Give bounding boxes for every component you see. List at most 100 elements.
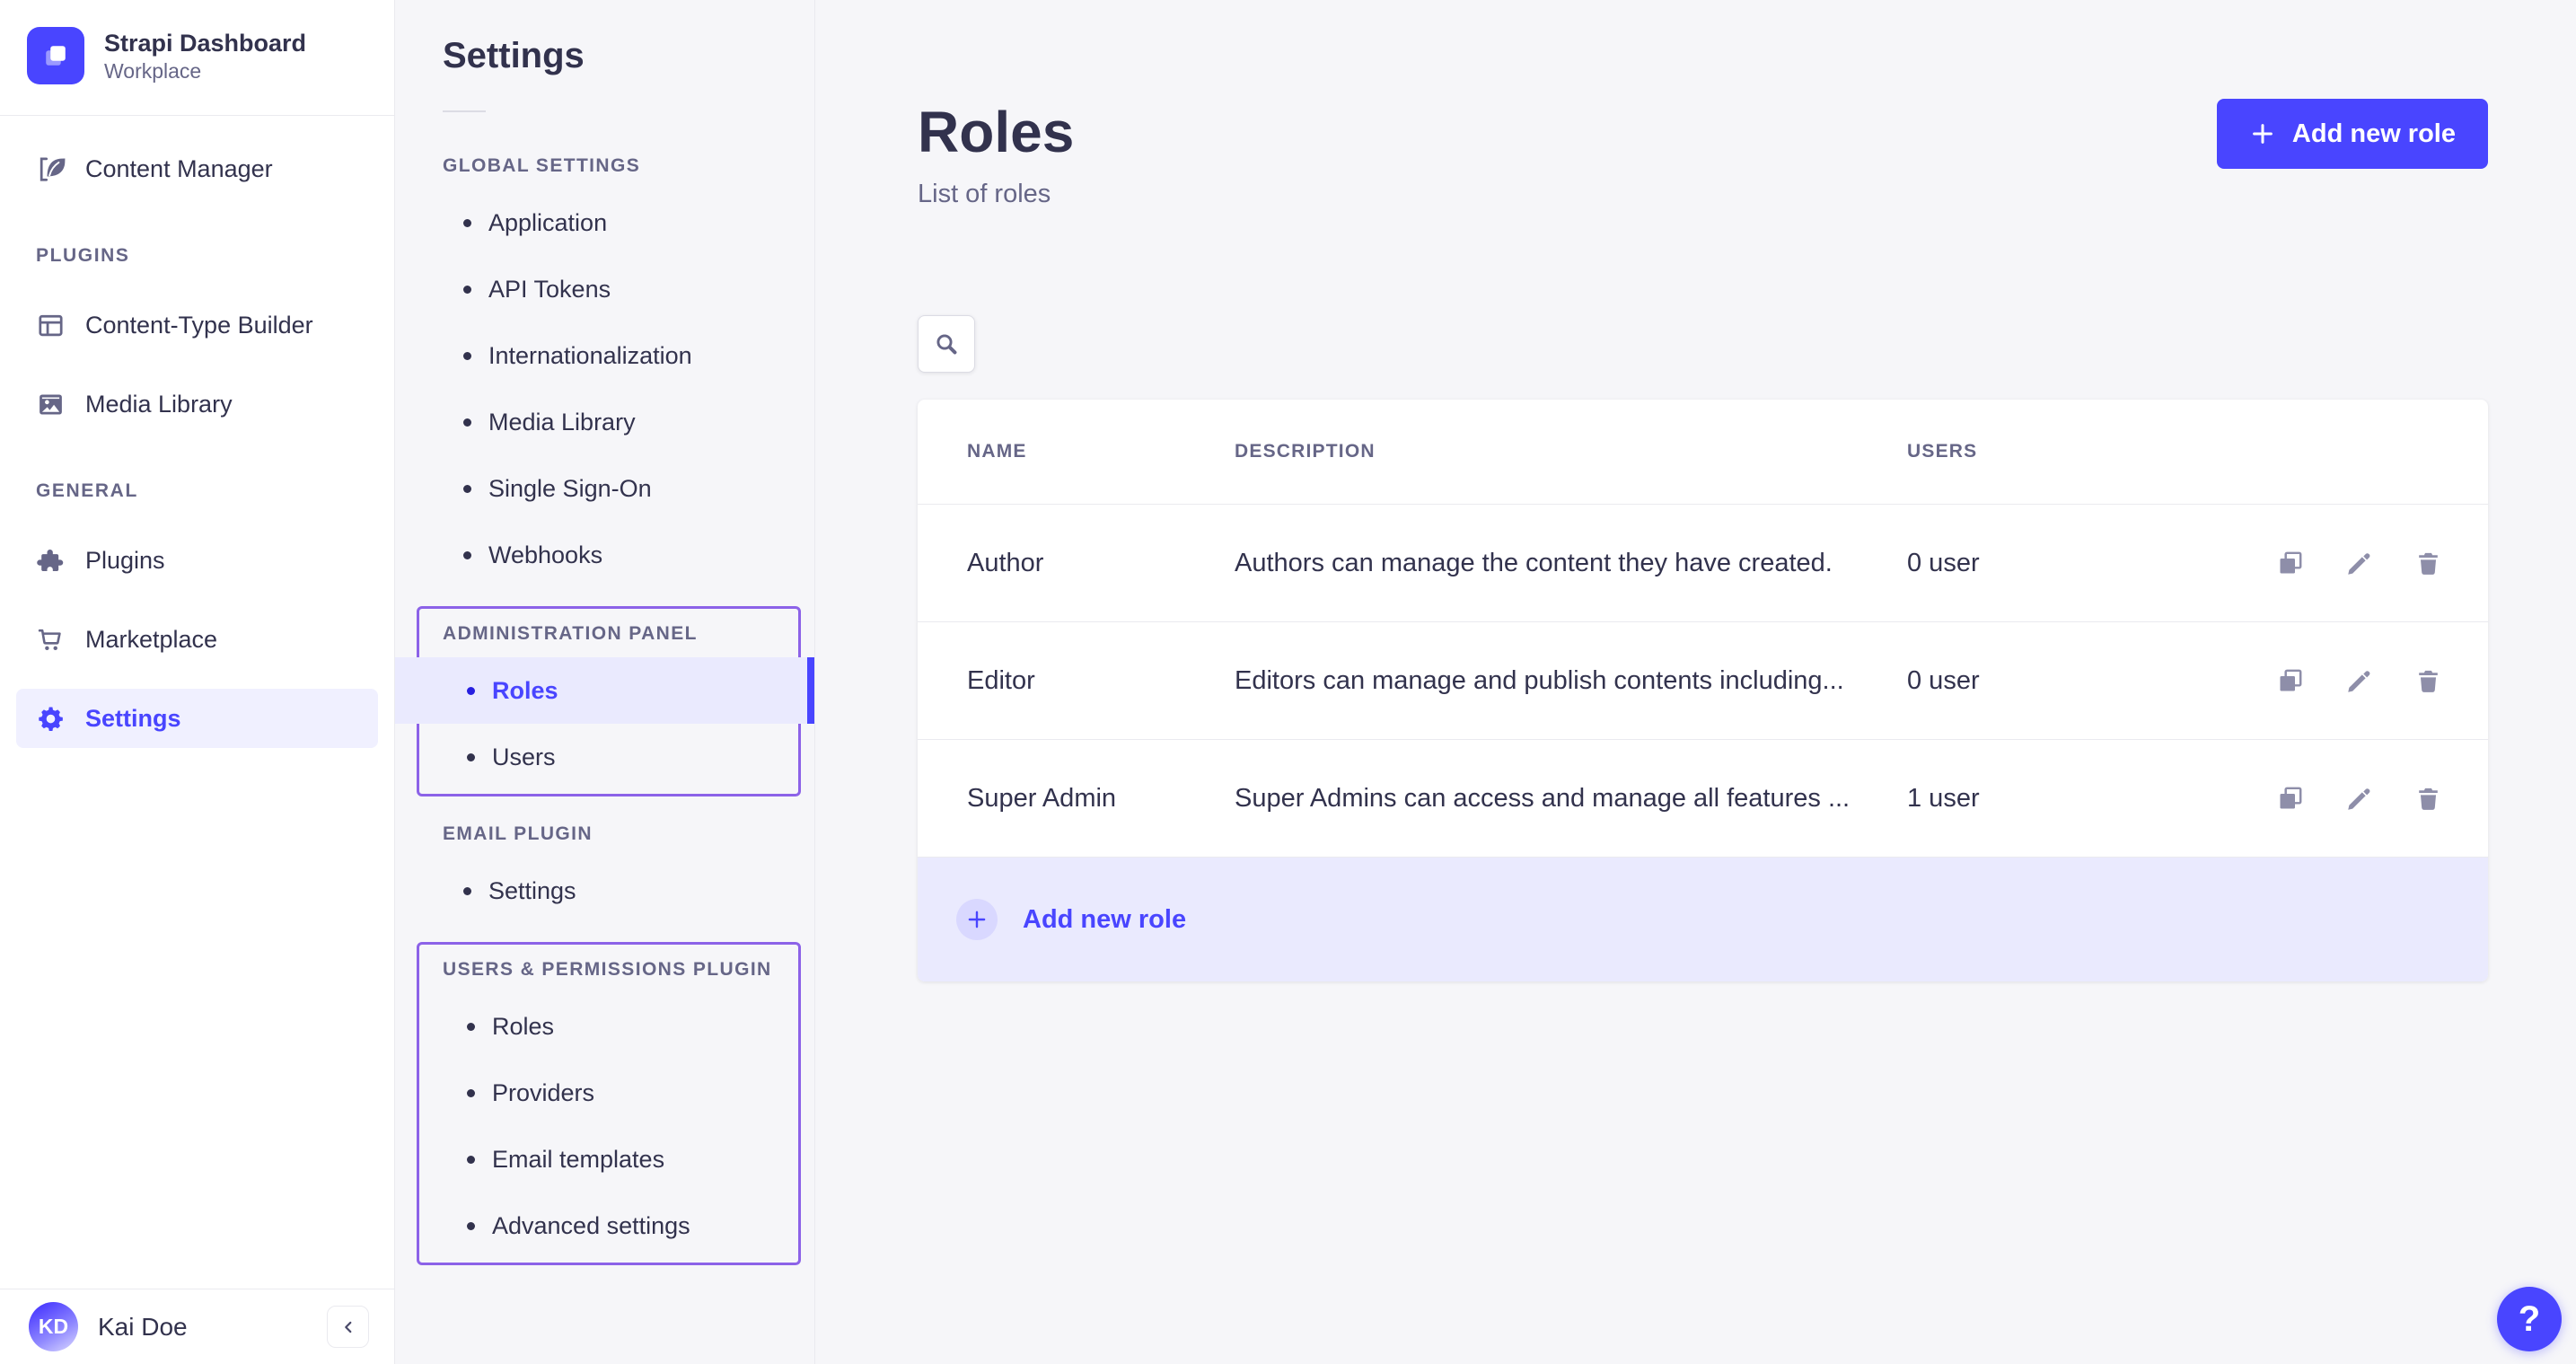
settings-group-label: EMAIL PLUGIN xyxy=(395,823,814,845)
settings-group-administration-panel: ADMINISTRATION PANEL Roles Users xyxy=(417,606,801,796)
column-header-name: NAME xyxy=(967,441,1235,462)
feather-icon xyxy=(36,154,66,184)
duplicate-icon xyxy=(2275,784,2305,814)
settings-item-application[interactable]: Application xyxy=(395,189,814,256)
settings-item-media-library[interactable]: Media Library xyxy=(395,389,814,455)
bullet-icon xyxy=(467,1023,475,1031)
settings-item-label: Settings xyxy=(488,877,576,905)
edit-icon xyxy=(2344,666,2374,696)
chevron-left-icon xyxy=(338,1317,358,1337)
delete-button[interactable] xyxy=(2413,549,2443,578)
sidebar-item-label: Settings xyxy=(85,705,181,733)
sidebar-item-label: Marketplace xyxy=(85,626,217,654)
settings-item-email-settings[interactable]: Settings xyxy=(395,858,814,924)
sidebar-item-media-library[interactable]: Media Library xyxy=(16,374,378,434)
sidebar-item-label: Media Library xyxy=(85,391,233,418)
settings-item-label: Roles xyxy=(492,677,558,705)
help-button[interactable]: ? xyxy=(2497,1287,2562,1351)
sidebar-section-plugins: PLUGINS xyxy=(16,245,378,267)
settings-item-advanced-settings[interactable]: Advanced settings xyxy=(419,1192,798,1259)
bullet-icon xyxy=(463,286,471,294)
bullet-icon xyxy=(467,753,475,761)
settings-item-label: API Tokens xyxy=(488,276,611,304)
row-actions xyxy=(2275,784,2443,814)
sidebar-item-label: Plugins xyxy=(85,547,165,575)
settings-subnav: Settings GLOBAL SETTINGS Application API… xyxy=(395,0,815,1364)
table-row-editor[interactable]: Editor Editors can manage and publish co… xyxy=(918,621,2488,739)
add-button-label: Add new role xyxy=(2292,119,2456,149)
active-indicator xyxy=(807,657,814,724)
settings-item-label: Single Sign-On xyxy=(488,475,652,503)
duplicate-button[interactable] xyxy=(2275,549,2305,578)
add-new-role-row[interactable]: Add new role xyxy=(918,857,2488,981)
column-header-users: USERS xyxy=(1907,441,2443,462)
role-description: Super Admins can access and manage all f… xyxy=(1235,784,1907,814)
table-row-author[interactable]: Author Authors can manage the content th… xyxy=(918,504,2488,621)
delete-button[interactable] xyxy=(2413,666,2443,696)
sidebar-item-label: Content Manager xyxy=(85,155,273,183)
main-content: Roles List of roles Add new role NAME DE… xyxy=(815,0,2576,1364)
settings-item-providers[interactable]: Providers xyxy=(419,1060,798,1126)
duplicate-button[interactable] xyxy=(2275,666,2305,696)
add-new-role-button[interactable]: Add new role xyxy=(2217,99,2488,169)
edit-button[interactable] xyxy=(2344,549,2374,578)
edit-button[interactable] xyxy=(2344,784,2374,814)
sidebar-item-marketplace[interactable]: Marketplace xyxy=(16,610,378,669)
settings-group-label: GLOBAL SETTINGS xyxy=(395,155,814,177)
workspace-name: Workplace xyxy=(104,59,306,84)
settings-item-label: Webhooks xyxy=(488,541,602,569)
settings-item-single-sign-on[interactable]: Single Sign-On xyxy=(395,455,814,522)
settings-item-label: Advanced settings xyxy=(492,1212,690,1240)
delete-button[interactable] xyxy=(2413,784,2443,814)
delete-icon xyxy=(2413,549,2443,578)
settings-item-roles-admin[interactable]: Roles xyxy=(395,657,814,724)
page-subtitle: List of roles xyxy=(918,180,2488,209)
sidebar-user-area: KD Kai Doe xyxy=(0,1289,394,1364)
settings-group-label: ADMINISTRATION PANEL xyxy=(419,623,798,645)
settings-item-label: Users xyxy=(492,744,556,771)
duplicate-button[interactable] xyxy=(2275,784,2305,814)
settings-item-internationalization[interactable]: Internationalization xyxy=(395,322,814,389)
avatar: KD xyxy=(29,1302,78,1351)
collapse-sidebar-button[interactable] xyxy=(327,1306,369,1348)
settings-item-label: Providers xyxy=(492,1079,594,1107)
strapi-logo-icon xyxy=(35,35,76,76)
role-name: Super Admin xyxy=(967,784,1235,814)
sidebar-item-settings[interactable]: Settings xyxy=(16,689,378,748)
sidebar-item-content-manager[interactable]: Content Manager xyxy=(16,139,378,198)
bullet-icon xyxy=(463,887,471,895)
settings-item-roles-up[interactable]: Roles xyxy=(419,993,798,1060)
plus-circle xyxy=(956,899,998,940)
image-icon xyxy=(36,390,66,419)
role-description: Editors can manage and publish contents … xyxy=(1235,666,1907,696)
duplicate-icon xyxy=(2275,666,2305,696)
role-name: Author xyxy=(967,549,1235,578)
settings-item-webhooks[interactable]: Webhooks xyxy=(395,522,814,588)
bullet-icon xyxy=(463,352,471,360)
app-window: Strapi Dashboard Workplace Content Manag… xyxy=(0,0,2576,1364)
sidebar-item-content-type-builder[interactable]: Content-Type Builder xyxy=(16,295,378,355)
settings-group-email-plugin: EMAIL PLUGIN Settings xyxy=(395,823,814,924)
settings-item-api-tokens[interactable]: API Tokens xyxy=(395,256,814,322)
edit-button[interactable] xyxy=(2344,666,2374,696)
settings-item-email-templates[interactable]: Email templates xyxy=(419,1126,798,1192)
table-row-super-admin[interactable]: Super Admin Super Admins can access and … xyxy=(918,739,2488,857)
strapi-logo xyxy=(27,27,84,84)
bullet-icon xyxy=(467,1222,475,1230)
settings-item-label: Email templates xyxy=(492,1146,664,1174)
bullet-icon xyxy=(467,1089,475,1097)
search-button[interactable] xyxy=(918,315,975,373)
brand-header: Strapi Dashboard Workplace xyxy=(0,0,394,116)
role-description: Authors can manage the content they have… xyxy=(1235,549,1907,578)
settings-item-label: Internationalization xyxy=(488,342,692,370)
sidebar-item-plugins[interactable]: Plugins xyxy=(16,531,378,590)
settings-item-label: Application xyxy=(488,209,607,237)
user-name: Kai Doe xyxy=(98,1313,188,1342)
divider xyxy=(443,110,486,112)
table-header-row: NAME DESCRIPTION USERS xyxy=(918,400,2488,504)
settings-item-label: Roles xyxy=(492,1013,554,1041)
settings-item-users-admin[interactable]: Users xyxy=(419,724,798,790)
role-users-count: 0 user xyxy=(1907,666,2275,696)
sidebar-item-label: Content-Type Builder xyxy=(85,312,313,339)
bullet-icon xyxy=(463,418,471,427)
